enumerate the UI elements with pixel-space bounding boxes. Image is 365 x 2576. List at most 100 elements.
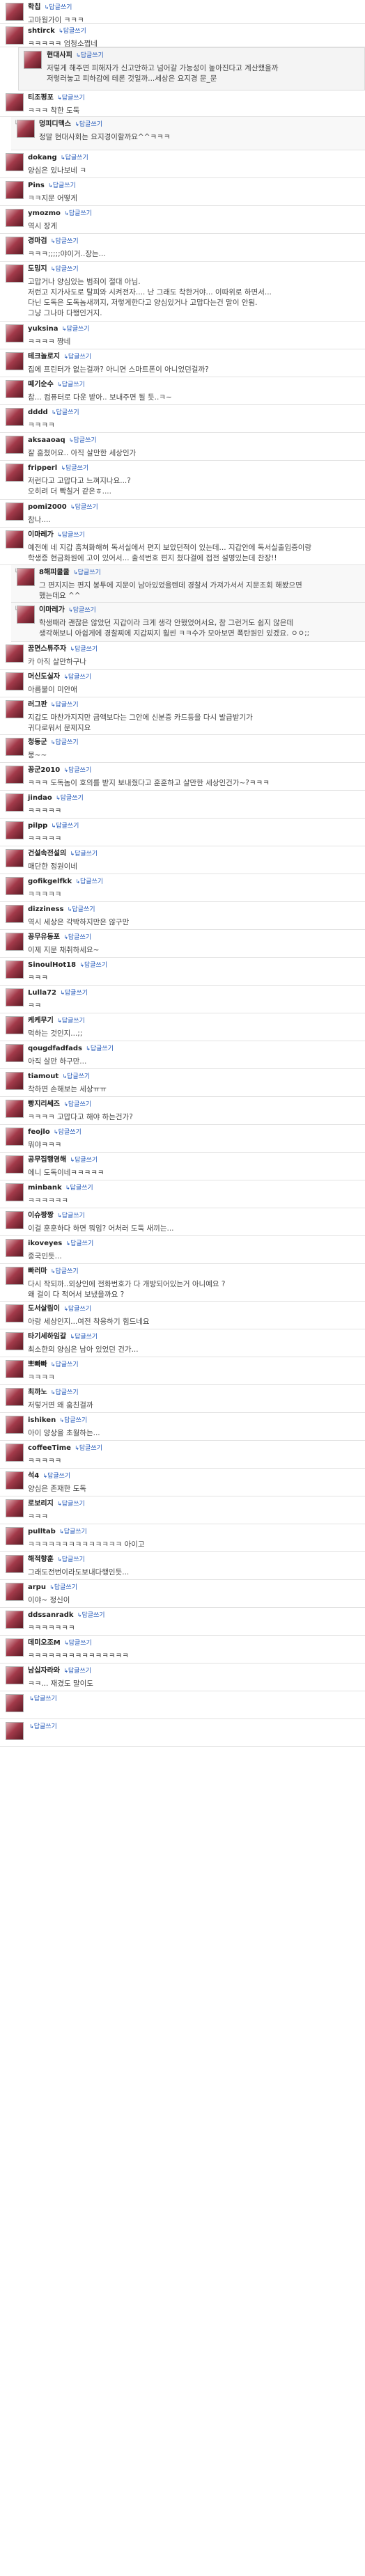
avatar[interactable] <box>17 568 35 586</box>
commenter-nickname[interactable]: 현대사피 <box>47 52 72 59</box>
commenter-nickname[interactable]: 떼기순수 <box>28 381 54 388</box>
reply-button[interactable]: ↳답글쓰기 <box>63 354 91 361</box>
avatar[interactable] <box>6 1072 24 1090</box>
reply-button[interactable]: ↳답글쓰기 <box>45 4 72 11</box>
avatar[interactable] <box>6 1267 24 1285</box>
reply-button[interactable]: ↳답글쓰기 <box>63 1101 91 1108</box>
commenter-nickname[interactable]: 도서살림이 <box>28 1305 60 1313</box>
reply-button[interactable]: ↳답글쓰기 <box>51 702 79 709</box>
commenter-nickname[interactable]: 도밍지 <box>28 265 47 273</box>
avatar[interactable] <box>6 988 24 1006</box>
commenter-nickname[interactable]: 꿈면스튜주자 <box>28 645 66 653</box>
reply-button[interactable]: ↳답글쓰기 <box>62 326 90 333</box>
reply-button[interactable]: ↳답글쓰기 <box>57 532 85 539</box>
commenter-nickname[interactable]: shtirck <box>28 27 55 35</box>
commenter-nickname[interactable]: 공무집행영해 <box>28 1156 66 1164</box>
avatar[interactable] <box>6 436 24 454</box>
avatar[interactable] <box>6 1016 24 1034</box>
avatar[interactable] <box>6 961 24 979</box>
commenter-nickname[interactable]: SinoulHot18 <box>28 961 76 969</box>
commenter-nickname[interactable]: 경마검 <box>28 237 47 245</box>
commenter-nickname[interactable]: ddssanradk <box>28 1611 74 1619</box>
avatar[interactable] <box>6 1583 24 1601</box>
commenter-nickname[interactable]: 데미오조M <box>28 1639 61 1647</box>
avatar[interactable] <box>6 1694 24 1712</box>
reply-button[interactable]: ↳답글쓰기 <box>69 437 97 444</box>
avatar[interactable] <box>6 264 24 283</box>
commenter-nickname[interactable]: aksaaoaq <box>28 436 65 444</box>
avatar[interactable] <box>6 26 24 45</box>
reply-button[interactable]: ↳답글쓰기 <box>59 1528 87 1535</box>
reply-button[interactable]: ↳답글쓰기 <box>70 504 98 511</box>
avatar[interactable] <box>6 700 24 718</box>
reply-button[interactable]: ↳답글쓰기 <box>57 1212 85 1219</box>
reply-button[interactable]: ↳답글쓰기 <box>63 934 91 941</box>
reply-button[interactable]: ↳답글쓰기 <box>57 1501 85 1508</box>
avatar[interactable] <box>6 1211 24 1229</box>
reply-button[interactable]: ↳답글쓰기 <box>51 739 79 746</box>
commenter-nickname[interactable]: pilpp <box>28 822 47 830</box>
avatar[interactable] <box>6 849 24 867</box>
avatar[interactable] <box>6 738 24 756</box>
commenter-nickname[interactable]: arpu <box>28 1583 46 1591</box>
avatar[interactable] <box>6 1388 24 1406</box>
avatar[interactable] <box>6 1471 24 1490</box>
avatar[interactable] <box>6 380 24 398</box>
reply-button[interactable]: ↳답글쓰기 <box>54 1129 81 1136</box>
avatar[interactable] <box>6 1332 24 1350</box>
reply-button[interactable]: ↳답글쓰기 <box>42 1473 70 1480</box>
reply-button[interactable]: ↳답글쓰기 <box>68 906 95 913</box>
commenter-nickname[interactable]: gofikgelfkk <box>28 878 72 885</box>
reply-button[interactable]: ↳답글쓰기 <box>75 1445 102 1452</box>
reply-button[interactable]: ↳답글쓰기 <box>62 1073 90 1080</box>
commenter-nickname[interactable]: 청동군 <box>28 738 47 746</box>
commenter-nickname[interactable]: Pins <box>28 182 45 189</box>
reply-button[interactable]: ↳답글쓰기 <box>29 1723 57 1730</box>
reply-button[interactable]: ↳답글쓰기 <box>59 28 86 35</box>
commenter-nickname[interactable]: fripperl <box>28 464 57 472</box>
reply-button[interactable]: ↳답글쓰기 <box>79 962 107 969</box>
avatar[interactable] <box>6 1527 24 1545</box>
reply-button[interactable]: ↳답글쓰기 <box>65 1240 93 1247</box>
reply-button[interactable]: ↳답글쓰기 <box>75 878 103 885</box>
avatar[interactable] <box>6 1183 24 1201</box>
avatar[interactable] <box>6 209 24 227</box>
commenter-nickname[interactable]: tiamout <box>28 1073 59 1080</box>
reply-button[interactable]: ↳답글쓰기 <box>57 95 85 102</box>
reply-button[interactable]: ↳답글쓰기 <box>52 409 79 416</box>
commenter-nickname[interactable]: dizziness <box>28 906 63 913</box>
avatar[interactable] <box>6 1555 24 1573</box>
reply-button[interactable]: ↳답글쓰기 <box>65 1185 93 1192</box>
commenter-nickname[interactable]: pulltab <box>28 1528 56 1535</box>
commenter-nickname[interactable]: jindao <box>28 794 52 802</box>
reply-button[interactable]: ↳답글쓰기 <box>51 1389 79 1396</box>
avatar[interactable] <box>6 464 24 482</box>
reply-button[interactable]: ↳답글쓰기 <box>64 210 92 217</box>
reply-button[interactable]: ↳답글쓰기 <box>56 795 84 802</box>
avatar[interactable] <box>6 877 24 895</box>
reply-button[interactable]: ↳답글쓰기 <box>86 1045 114 1052</box>
avatar[interactable] <box>6 766 24 784</box>
reply-button[interactable]: ↳답글쓰기 <box>51 1268 79 1275</box>
avatar[interactable] <box>6 1100 24 1118</box>
commenter-nickname[interactable]: 해적향훈 <box>28 1556 54 1563</box>
avatar[interactable] <box>6 645 24 663</box>
avatar[interactable] <box>6 1638 24 1657</box>
avatar[interactable] <box>6 181 24 199</box>
avatar[interactable] <box>6 408 24 426</box>
avatar[interactable] <box>6 1128 24 1146</box>
commenter-nickname[interactable]: 이마레가 <box>39 606 65 614</box>
commenter-nickname[interactable]: 이마레가 <box>28 531 54 539</box>
commenter-nickname[interactable]: 케케무기 <box>28 1017 54 1025</box>
avatar[interactable] <box>6 237 24 255</box>
commenter-nickname[interactable]: 멍피디맥스 <box>39 120 71 128</box>
reply-button[interactable]: ↳답글쓰기 <box>51 1361 79 1368</box>
avatar[interactable] <box>6 933 24 951</box>
reply-button[interactable]: ↳답글쓰기 <box>52 823 79 830</box>
commenter-nickname[interactable]: yuksina <box>28 325 59 333</box>
reply-button[interactable]: ↳답글쓰기 <box>57 1018 85 1025</box>
reply-button[interactable]: ↳답글쓰기 <box>59 1417 87 1424</box>
reply-button[interactable]: ↳답글쓰기 <box>63 1668 91 1675</box>
reply-button[interactable]: ↳답글쓰기 <box>70 1334 98 1341</box>
reply-button[interactable]: ↳답글쓰기 <box>61 155 88 161</box>
